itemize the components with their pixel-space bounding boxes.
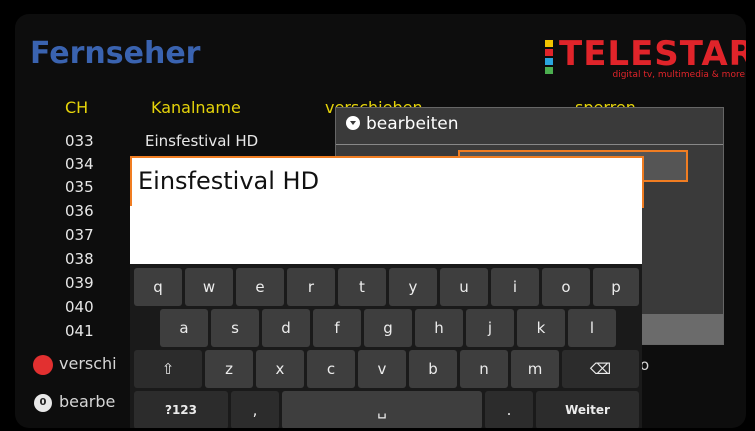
- row-ch[interactable]: 036: [65, 202, 94, 220]
- channel-name-value: Einsfestival HD: [138, 167, 320, 195]
- logo-bar-yellow: [545, 40, 553, 47]
- key-b[interactable]: b: [409, 350, 457, 388]
- dialog-divider: [336, 144, 723, 145]
- key-p[interactable]: p: [593, 268, 639, 306]
- key-x[interactable]: x: [256, 350, 304, 388]
- header-ch: CH: [65, 98, 89, 117]
- key-s[interactable]: s: [211, 309, 259, 347]
- key-i[interactable]: i: [491, 268, 539, 306]
- key-n[interactable]: n: [460, 350, 508, 388]
- logo-bar-blue: [545, 58, 553, 65]
- logo-bar-green: [545, 67, 553, 74]
- key-h[interactable]: h: [415, 309, 463, 347]
- input-area[interactable]: [130, 206, 642, 264]
- key-g[interactable]: g: [364, 309, 412, 347]
- shift-key[interactable]: ⇧: [134, 350, 202, 388]
- weiter-key[interactable]: Weiter: [536, 391, 639, 428]
- symbols-key[interactable]: ?123: [134, 391, 228, 428]
- key-u[interactable]: u: [440, 268, 488, 306]
- dialog-title: bearbeiten: [346, 114, 459, 134]
- logo-brand: TELESTAR: [559, 34, 746, 74]
- row-ch[interactable]: 041: [65, 322, 94, 340]
- key-r[interactable]: r: [287, 268, 335, 306]
- telestar-logo: TELESTAR digital tv, multimedia & more: [535, 34, 746, 84]
- row-ch[interactable]: 040: [65, 298, 94, 316]
- key-m[interactable]: m: [511, 350, 559, 388]
- on-screen-keyboard: q w e r t y u i o p a s d f g h j k l ⇧ …: [130, 264, 642, 428]
- key-z[interactable]: z: [205, 350, 253, 388]
- logo-bar-red: [545, 49, 553, 56]
- key-w[interactable]: w: [185, 268, 233, 306]
- red-button-icon: [33, 355, 53, 375]
- header-kanalname: Kanalname: [151, 98, 241, 117]
- tv-stage: Fernseher TELESTAR digital tv, multimedi…: [15, 14, 746, 428]
- key-e[interactable]: e: [236, 268, 284, 306]
- channel-name-input[interactable]: Einsfestival HD: [130, 156, 644, 208]
- row-ch[interactable]: 034: [65, 155, 94, 173]
- legend-red-label: verschi: [59, 354, 117, 373]
- row-ch[interactable]: 039: [65, 274, 94, 292]
- comma-key[interactable]: ,: [231, 391, 279, 428]
- key-f[interactable]: f: [313, 309, 361, 347]
- space-key[interactable]: ␣: [282, 391, 482, 428]
- row-name[interactable]: Einsfestival HD: [145, 132, 258, 150]
- row-ch[interactable]: 035: [65, 178, 94, 196]
- row-ch[interactable]: 037: [65, 226, 94, 244]
- zero-button-icon: 0: [34, 394, 52, 412]
- row-ch[interactable]: 033: [65, 132, 94, 150]
- period-key[interactable]: .: [485, 391, 533, 428]
- key-q[interactable]: q: [134, 268, 182, 306]
- dialog-title-text: bearbeiten: [366, 114, 459, 134]
- key-c[interactable]: c: [307, 350, 355, 388]
- logo-tagline: digital tv, multimedia & more: [612, 70, 746, 80]
- key-y[interactable]: y: [389, 268, 437, 306]
- key-d[interactable]: d: [262, 309, 310, 347]
- key-l[interactable]: l: [568, 309, 616, 347]
- key-k[interactable]: k: [517, 309, 565, 347]
- backspace-key[interactable]: ⌫: [562, 350, 639, 388]
- legend-zero-label: bearbe: [59, 392, 116, 411]
- key-a[interactable]: a: [160, 309, 208, 347]
- dropdown-circle-icon: [346, 116, 360, 130]
- row-ch[interactable]: 038: [65, 250, 94, 268]
- page-title: Fernseher: [30, 36, 201, 71]
- key-t[interactable]: t: [338, 268, 386, 306]
- key-v[interactable]: v: [358, 350, 406, 388]
- tv-screen: Fernseher TELESTAR digital tv, multimedi…: [0, 0, 755, 431]
- key-j[interactable]: j: [466, 309, 514, 347]
- key-o[interactable]: o: [542, 268, 590, 306]
- logo-bars: [545, 40, 553, 76]
